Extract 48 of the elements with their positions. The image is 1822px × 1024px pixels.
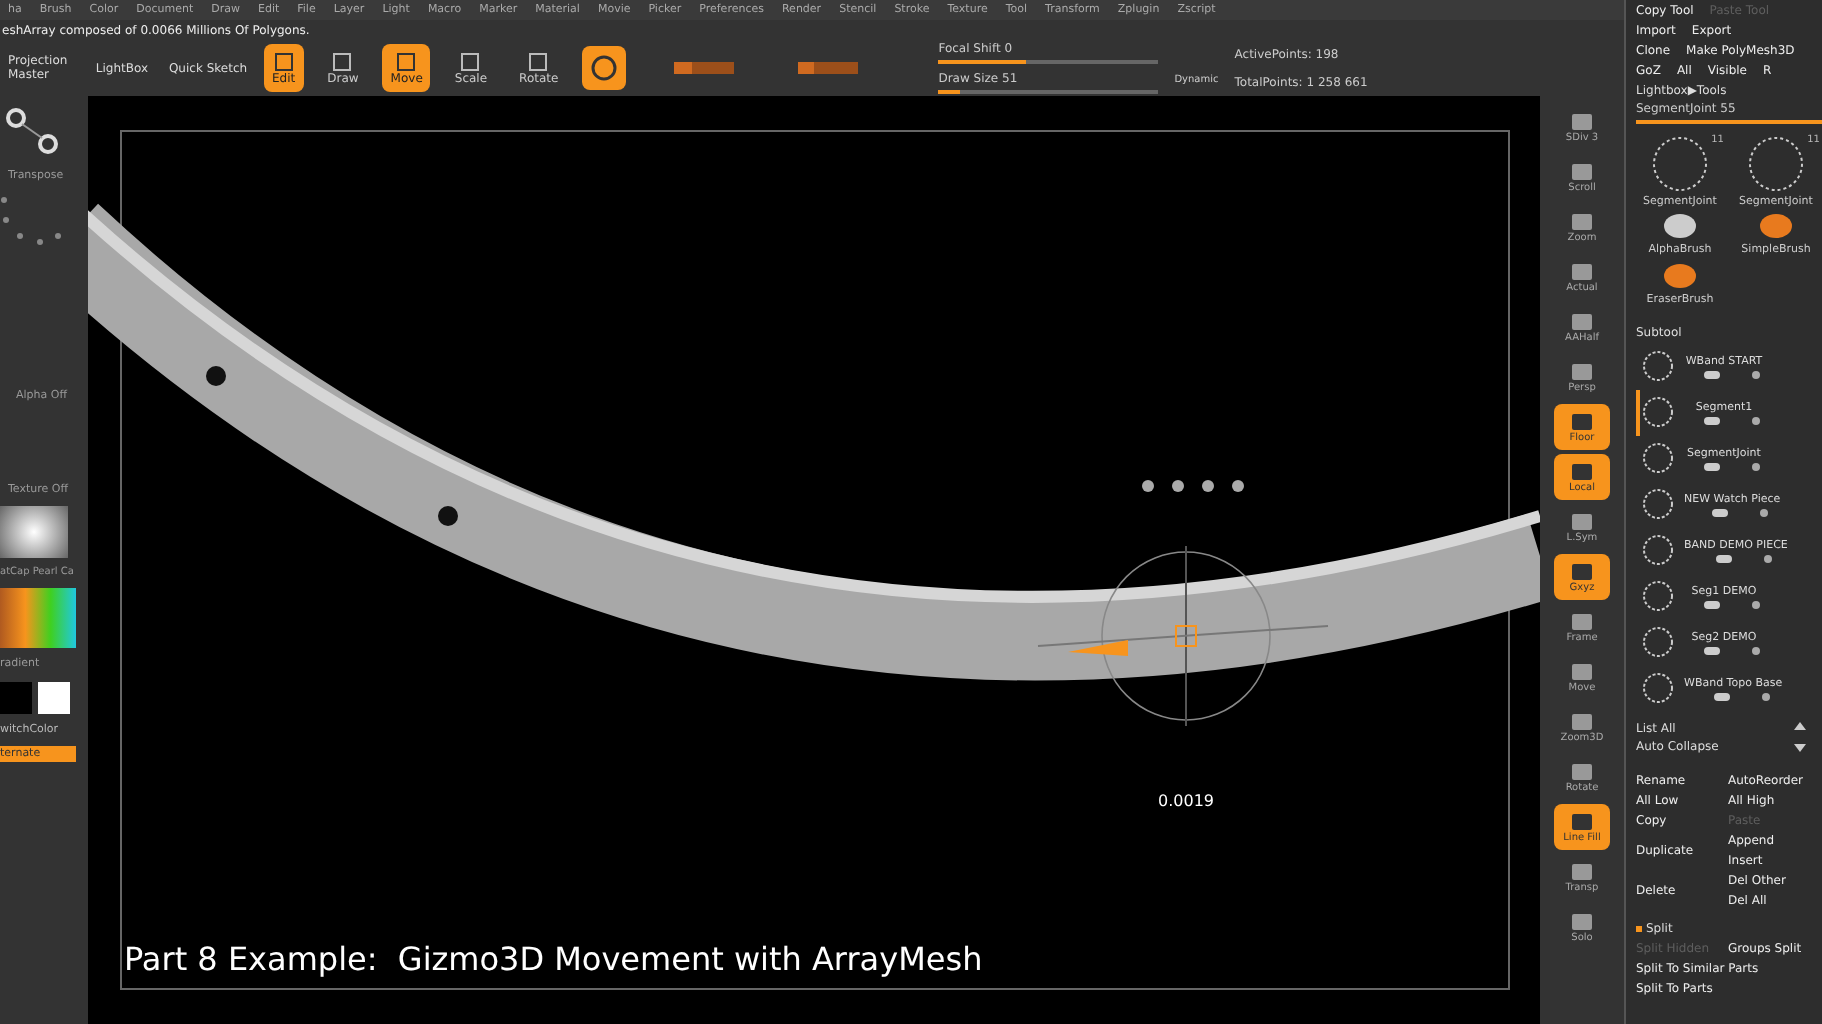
shelf-icon bbox=[1570, 311, 1594, 331]
shelf-icon bbox=[1570, 361, 1594, 381]
shelf-icon bbox=[1570, 211, 1594, 231]
shelf-icon bbox=[1570, 911, 1594, 931]
distance-readout: 0.0019 bbox=[1158, 790, 1214, 814]
main-color-swatch[interactable] bbox=[0, 681, 32, 713]
arrow-down-icon bbox=[1794, 740, 1806, 753]
shelf-icon bbox=[1570, 511, 1594, 531]
shelf-icon bbox=[1570, 411, 1594, 431]
shelf-icon bbox=[1570, 561, 1594, 581]
transpose-icon bbox=[0, 104, 60, 160]
tool-icon bbox=[332, 51, 353, 71]
tool-icon bbox=[273, 51, 294, 71]
tool-preview-icon bbox=[1650, 134, 1710, 194]
shelf-icon bbox=[1570, 461, 1594, 481]
mesh-thumbnail-icon bbox=[1640, 394, 1676, 431]
rgb-slider[interactable] bbox=[674, 62, 735, 74]
material-preview[interactable] bbox=[0, 505, 68, 558]
mesh-thumbnail-icon bbox=[1640, 486, 1676, 523]
shelf-icon bbox=[1570, 661, 1594, 681]
color-picker[interactable] bbox=[0, 588, 76, 649]
secondary-color-swatch[interactable] bbox=[38, 681, 70, 713]
mesh-thumbnail-icon bbox=[1640, 578, 1676, 615]
focal-shift-slider[interactable] bbox=[938, 57, 1159, 65]
shelf-icon bbox=[1570, 711, 1594, 731]
caption: Part 8 Example: Gizmo3D Movement with ArrayMesh bbox=[124, 938, 983, 982]
shelf-icon bbox=[1570, 261, 1594, 281]
mesh-thumbnail-icon bbox=[1640, 624, 1676, 661]
tool-icon bbox=[396, 51, 417, 71]
split-marker bbox=[1636, 926, 1642, 933]
mesh-thumbnail-icon bbox=[1640, 440, 1676, 477]
tool-icon bbox=[528, 51, 549, 71]
shelf-icon bbox=[1570, 761, 1594, 781]
brush-button[interactable] bbox=[582, 46, 627, 90]
shelf-icon bbox=[1570, 111, 1594, 131]
intensity-slider[interactable] bbox=[798, 62, 859, 74]
mesh-thumbnail-icon bbox=[1640, 348, 1676, 385]
mesh-thumbnail-icon bbox=[1640, 532, 1676, 569]
shelf-icon bbox=[1570, 161, 1594, 181]
tool-preview-icon bbox=[1746, 134, 1806, 194]
tool-icon bbox=[460, 51, 481, 71]
draw-size-slider[interactable] bbox=[938, 87, 1159, 95]
shelf-icon bbox=[1570, 811, 1594, 831]
shelf-icon bbox=[1570, 611, 1594, 631]
shelf-icon bbox=[1570, 861, 1594, 881]
circle-icon bbox=[590, 54, 619, 82]
arrow-up-icon bbox=[1794, 722, 1806, 735]
mesh-thumbnail-icon bbox=[1640, 670, 1676, 707]
